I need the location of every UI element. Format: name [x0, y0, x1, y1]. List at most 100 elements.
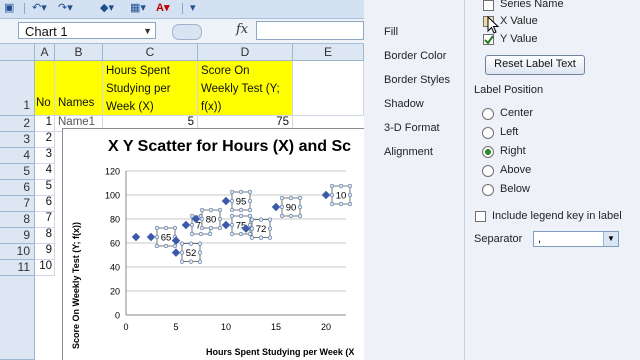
- radio-center[interactable]: [482, 108, 494, 120]
- column-header[interactable]: D: [198, 44, 293, 61]
- selection-handle[interactable]: [297, 195, 303, 201]
- selection-handle[interactable]: [199, 207, 205, 213]
- selection-handle[interactable]: [197, 250, 203, 255]
- borders-icon[interactable]: ▦▾: [130, 2, 146, 15]
- selection-handle[interactable]: [189, 213, 195, 219]
- nav-alignment[interactable]: Alignment: [384, 146, 433, 158]
- data-point[interactable]: [171, 248, 181, 257]
- data-label[interactable]: 90: [286, 203, 297, 214]
- nav-fill[interactable]: Fill: [384, 26, 398, 38]
- radio-below[interactable]: [482, 184, 494, 196]
- selection-handle[interactable]: [197, 241, 203, 246]
- redo-icon[interactable]: ↷▾: [58, 2, 73, 15]
- cell-no[interactable]: 9: [35, 244, 55, 260]
- selection-handle[interactable]: [247, 213, 253, 219]
- chevron-down-icon[interactable]: ▼: [143, 23, 152, 40]
- selection-handle[interactable]: [154, 243, 160, 249]
- column-header[interactable]: C: [103, 44, 198, 61]
- customize-toolbar-icon[interactable]: ▾: [190, 2, 196, 15]
- cell-no[interactable]: 6: [35, 196, 55, 212]
- selection-handle[interactable]: [247, 198, 253, 204]
- undo-icon[interactable]: ↶▾: [32, 2, 47, 15]
- selection-handle[interactable]: [154, 225, 160, 231]
- selection-handle[interactable]: [199, 216, 205, 222]
- selection-handle[interactable]: [229, 198, 235, 204]
- data-label[interactable]: 52: [186, 248, 197, 259]
- nav-border-styles[interactable]: Border Styles: [384, 74, 450, 86]
- header-cell-y[interactable]: Score On Weekly Test (Y; f(x)): [198, 61, 293, 116]
- selection-handle[interactable]: [154, 234, 160, 240]
- data-point[interactable]: [146, 232, 156, 242]
- selection-handle[interactable]: [229, 222, 235, 228]
- selection-handle[interactable]: [258, 235, 264, 240]
- selection-handle[interactable]: [279, 204, 285, 210]
- selection-handle[interactable]: [297, 213, 303, 219]
- row-header[interactable]: 1: [0, 61, 35, 116]
- selection-handle[interactable]: [347, 192, 353, 198]
- selection-handle[interactable]: [217, 207, 223, 213]
- selection-handle[interactable]: [347, 201, 353, 207]
- header-cell-x[interactable]: Hours Spent Studying per Week (X): [103, 61, 198, 116]
- series-name-checkbox[interactable]: [483, 0, 494, 11]
- selection-handle[interactable]: [247, 222, 253, 228]
- empty-cell[interactable]: [293, 61, 364, 116]
- selection-handle[interactable]: [188, 259, 194, 264]
- row-header[interactable]: 6: [0, 180, 35, 196]
- selection-handle[interactable]: [172, 243, 178, 249]
- selection-handle[interactable]: [229, 207, 235, 213]
- cell-no[interactable]: 2: [35, 132, 55, 148]
- cell-no[interactable]: 10: [35, 260, 55, 276]
- scatter-chart[interactable]: X Y Scatter for Hours (X) and Sc Score O…: [62, 128, 364, 360]
- column-header[interactable]: A: [35, 44, 55, 61]
- selection-handle[interactable]: [189, 222, 195, 228]
- selection-handle[interactable]: [267, 235, 273, 240]
- selection-handle[interactable]: [249, 235, 255, 240]
- selection-handle[interactable]: [207, 231, 213, 237]
- data-point[interactable]: [181, 220, 191, 230]
- row-header[interactable]: 5: [0, 164, 35, 180]
- row-header[interactable]: 11: [0, 260, 35, 276]
- selection-handle[interactable]: [329, 201, 335, 207]
- data-label[interactable]: 65: [161, 233, 172, 244]
- selection-handle[interactable]: [267, 217, 273, 222]
- selection-handle[interactable]: [208, 225, 214, 231]
- selection-handle[interactable]: [163, 243, 169, 249]
- selection-handle[interactable]: [197, 259, 203, 264]
- nav-shadow[interactable]: Shadow: [384, 98, 424, 110]
- cell-no[interactable]: 3: [35, 148, 55, 164]
- selection-handle[interactable]: [247, 207, 253, 213]
- selection-handle[interactable]: [172, 225, 178, 231]
- selection-handle[interactable]: [229, 189, 235, 195]
- row-header[interactable]: 2: [0, 116, 35, 132]
- chevron-down-icon[interactable]: ▼: [603, 232, 618, 246]
- selection-handle[interactable]: [199, 225, 205, 231]
- selection-handle[interactable]: [279, 195, 285, 201]
- paint-bucket-icon[interactable]: ◆▾: [100, 2, 114, 15]
- data-point[interactable]: [321, 190, 331, 200]
- selection-handle[interactable]: [249, 217, 255, 222]
- radio-right[interactable]: [482, 146, 494, 158]
- select-all-corner[interactable]: [0, 44, 35, 61]
- row-header[interactable]: 8: [0, 212, 35, 228]
- formula-bar-resize-handle[interactable]: [172, 24, 202, 40]
- nav-3d-format[interactable]: 3-D Format: [384, 122, 440, 134]
- selection-handle[interactable]: [329, 183, 335, 189]
- radio-left[interactable]: [482, 127, 494, 139]
- selection-handle[interactable]: [267, 226, 273, 231]
- cell-no[interactable]: 7: [35, 212, 55, 228]
- selection-handle[interactable]: [329, 192, 335, 198]
- data-point[interactable]: [221, 196, 231, 206]
- radio-above[interactable]: [482, 165, 494, 177]
- cell-no[interactable]: 1: [35, 116, 55, 132]
- selection-handle[interactable]: [163, 225, 169, 231]
- selection-handle[interactable]: [297, 204, 303, 210]
- data-label[interactable]: 10: [336, 191, 347, 202]
- cell-no[interactable]: 4: [35, 164, 55, 180]
- selection-handle[interactable]: [238, 231, 244, 237]
- selection-handle[interactable]: [198, 231, 204, 237]
- selection-handle[interactable]: [288, 195, 294, 201]
- nav-border-color[interactable]: Border Color: [384, 50, 446, 62]
- selection-handle[interactable]: [229, 213, 235, 219]
- selection-handle[interactable]: [217, 216, 223, 222]
- selection-handle[interactable]: [238, 189, 244, 195]
